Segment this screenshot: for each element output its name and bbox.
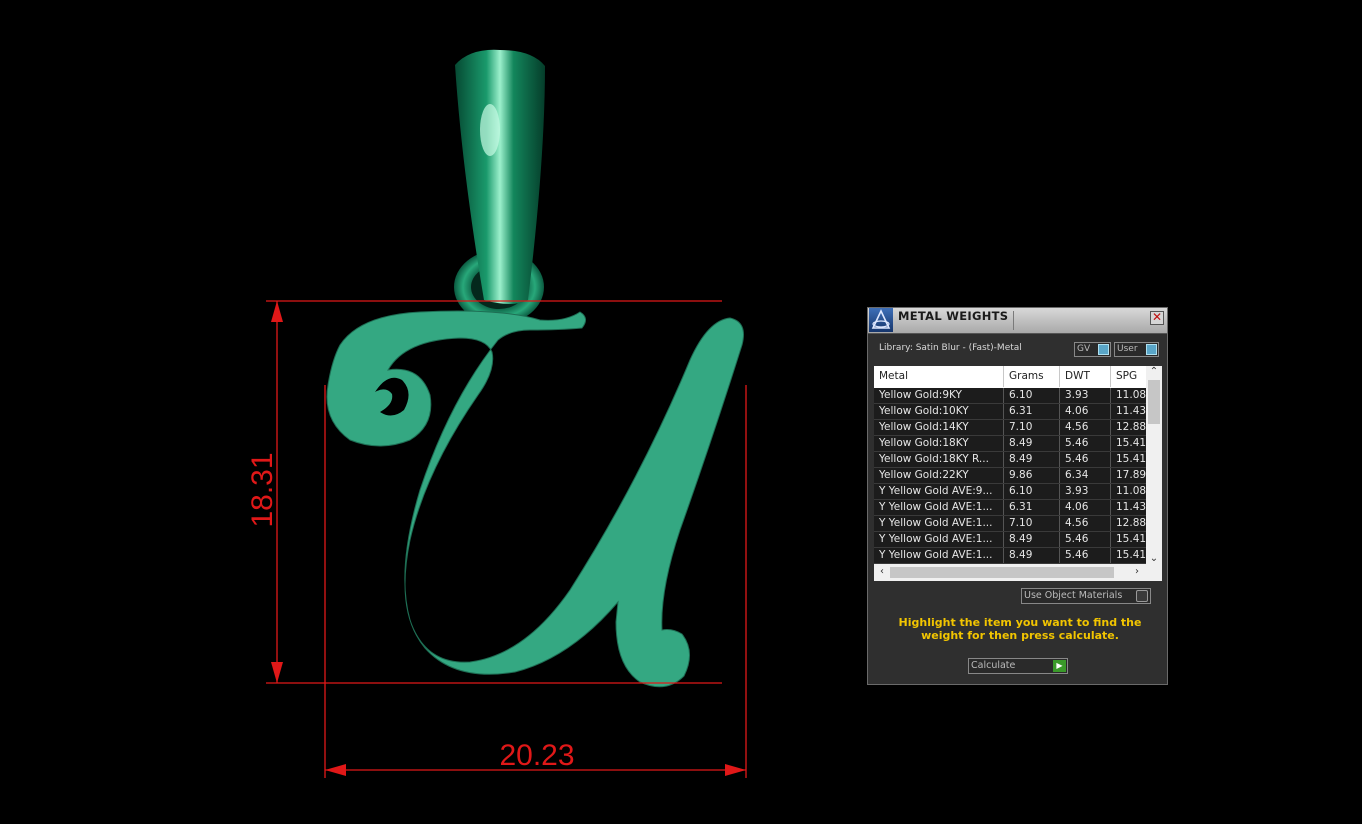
grams-cell: 8.49 xyxy=(1004,436,1060,451)
pendant-letter-u xyxy=(326,310,744,688)
horizontal-scrollbar[interactable]: ‹ › xyxy=(874,564,1162,581)
toggle-knob-icon xyxy=(1098,344,1109,355)
metal-cell: Yellow Gold:14KY xyxy=(874,420,1004,435)
dwt-cell: 3.93 xyxy=(1060,388,1111,403)
table-row[interactable]: Y Yellow Gold AVE:1... 6.31 4.06 11.43 xyxy=(874,500,1146,516)
panel-title: METAL WEIGHTS xyxy=(898,309,1009,323)
spg-cell: 15.41 xyxy=(1116,533,1146,545)
grams-cell: 6.31 xyxy=(1004,500,1060,515)
title-separator xyxy=(1013,311,1014,330)
grams-cell: 9.86 xyxy=(1004,468,1060,483)
scroll-up-icon[interactable]: ⌃ xyxy=(1147,366,1161,377)
dwt-cell: 5.46 xyxy=(1060,548,1111,563)
height-dimension-label: 18.31 xyxy=(246,452,279,527)
grams-cell: 8.49 xyxy=(1004,452,1060,467)
table-row[interactable]: Y Yellow Gold AVE:9... 6.10 3.93 11.08 xyxy=(874,484,1146,500)
calculate-button[interactable]: Calculate ▶ xyxy=(968,658,1068,674)
column-header-metal[interactable]: Metal xyxy=(874,366,1004,387)
spg-cell: 11.08 xyxy=(1116,389,1146,401)
dwt-cell: 4.06 xyxy=(1060,500,1111,515)
dwt-cell: 4.56 xyxy=(1060,516,1111,531)
table-row[interactable]: Yellow Gold:22KY 9.86 6.34 17.89 xyxy=(874,468,1146,484)
grams-cell: 6.10 xyxy=(1004,388,1060,403)
metal-cell: Y Yellow Gold AVE:1... xyxy=(874,500,1004,515)
grams-cell: 8.49 xyxy=(1004,548,1060,563)
grams-cell: 6.10 xyxy=(1004,484,1060,499)
user-toggle[interactable]: User xyxy=(1114,342,1159,357)
scroll-right-icon[interactable]: › xyxy=(1130,566,1144,577)
vertical-scrollbar[interactable]: ⌃ ⌄ xyxy=(1146,366,1162,564)
spg-cell: 11.08 xyxy=(1116,485,1146,497)
table-row[interactable]: Yellow Gold:18KY 8.49 5.46 15.41 xyxy=(874,436,1146,452)
radio-icon[interactable] xyxy=(1136,590,1148,602)
app-logo-icon xyxy=(869,308,893,332)
instruction-text: Highlight the item you want to find the … xyxy=(898,616,1142,642)
grams-cell: 6.31 xyxy=(1004,404,1060,419)
metal-cell: Yellow Gold:10KY xyxy=(874,404,1004,419)
metal-cell: Yellow Gold:18KY R... xyxy=(874,452,1004,467)
play-arrow-icon: ▶ xyxy=(1053,660,1066,672)
close-icon: ✕ xyxy=(1151,310,1163,324)
toggle-knob-icon xyxy=(1146,344,1157,355)
spg-cell: 12.88 xyxy=(1116,517,1146,529)
dwt-cell: 4.06 xyxy=(1060,404,1111,419)
spg-cell: 11.43 xyxy=(1116,405,1146,417)
dwt-cell: 5.46 xyxy=(1060,436,1111,451)
gv-toggle-label: GV xyxy=(1077,344,1091,354)
table-row[interactable]: Yellow Gold:10KY 6.31 4.06 11.43 xyxy=(874,404,1146,420)
scroll-left-icon[interactable]: ‹ xyxy=(875,566,889,577)
dwt-cell: 6.34 xyxy=(1060,468,1111,483)
table-row[interactable]: Yellow Gold:18KY R... 8.49 5.46 15.41 xyxy=(874,452,1146,468)
metal-cell: Yellow Gold:9KY xyxy=(874,388,1004,403)
panel-titlebar[interactable]: METAL WEIGHTS ✕ xyxy=(868,308,1167,334)
metal-cell: Y Yellow Gold AVE:1... xyxy=(874,516,1004,531)
metal-weights-panel: METAL WEIGHTS ✕ Library: Satin Blur - (F… xyxy=(867,307,1168,685)
dwt-cell: 5.46 xyxy=(1060,532,1111,547)
table-row[interactable]: Y Yellow Gold AVE:1... 8.49 5.46 15.41 xyxy=(874,532,1146,548)
horizontal-scroll-thumb[interactable] xyxy=(890,567,1114,578)
table-row[interactable]: Y Yellow Gold AVE:1... 8.49 5.46 15.41 xyxy=(874,548,1146,564)
metal-cell: Yellow Gold:22KY xyxy=(874,468,1004,483)
table-row[interactable]: Y Yellow Gold AVE:1... 7.10 4.56 12.88 xyxy=(874,516,1146,532)
column-header-dwt[interactable]: DWT xyxy=(1060,366,1111,387)
user-toggle-label: User xyxy=(1117,344,1138,354)
grams-cell: 7.10 xyxy=(1004,420,1060,435)
library-label: Library: Satin Blur - (Fast)-Metal xyxy=(879,343,1022,353)
grams-cell: 7.10 xyxy=(1004,516,1060,531)
spg-cell: 17.89 xyxy=(1116,469,1146,481)
gv-toggle[interactable]: GV xyxy=(1074,342,1111,357)
metal-table: Metal Grams DWT SPG Yellow Gold:9KY 6.10 3… xyxy=(874,366,1162,581)
spg-cell: 12.88 xyxy=(1116,421,1146,433)
spg-cell: 15.41 xyxy=(1116,453,1146,465)
column-header-grams[interactable]: Grams xyxy=(1004,366,1060,387)
table-row[interactable]: Yellow Gold:9KY 6.10 3.93 11.08 xyxy=(874,388,1146,404)
table-row[interactable]: Yellow Gold:14KY 7.10 4.56 12.88 xyxy=(874,420,1146,436)
metal-cell: Y Yellow Gold AVE:9... xyxy=(874,484,1004,499)
bail-highlight xyxy=(480,104,500,156)
spg-cell: 11.43 xyxy=(1116,501,1146,513)
metal-cell: Y Yellow Gold AVE:1... xyxy=(874,532,1004,547)
dwt-cell: 3.93 xyxy=(1060,484,1111,499)
use-object-materials-label: Use Object Materials xyxy=(1024,590,1123,601)
scroll-down-icon[interactable]: ⌄ xyxy=(1147,553,1161,564)
spg-cell: 15.41 xyxy=(1116,437,1146,449)
column-header-spg[interactable]: SPG xyxy=(1111,366,1151,387)
dwt-cell: 5.46 xyxy=(1060,452,1111,467)
calculate-label: Calculate xyxy=(971,660,1016,671)
metal-cell: Yellow Gold:18KY xyxy=(874,436,1004,451)
spg-cell: 15.41 xyxy=(1116,549,1146,561)
table-header: Metal Grams DWT SPG xyxy=(874,366,1146,387)
dwt-cell: 4.56 xyxy=(1060,420,1111,435)
table-body: Yellow Gold:9KY 6.10 3.93 11.08 Yellow Gold:… xyxy=(874,388,1146,564)
grams-cell: 8.49 xyxy=(1004,532,1060,547)
metal-cell: Y Yellow Gold AVE:1... xyxy=(874,548,1004,563)
close-button[interactable]: ✕ xyxy=(1150,311,1164,325)
vertical-scroll-thumb[interactable] xyxy=(1148,380,1160,424)
use-object-materials-option[interactable]: Use Object Materials xyxy=(1021,588,1151,604)
width-dimension-label: 20.23 xyxy=(499,739,574,772)
